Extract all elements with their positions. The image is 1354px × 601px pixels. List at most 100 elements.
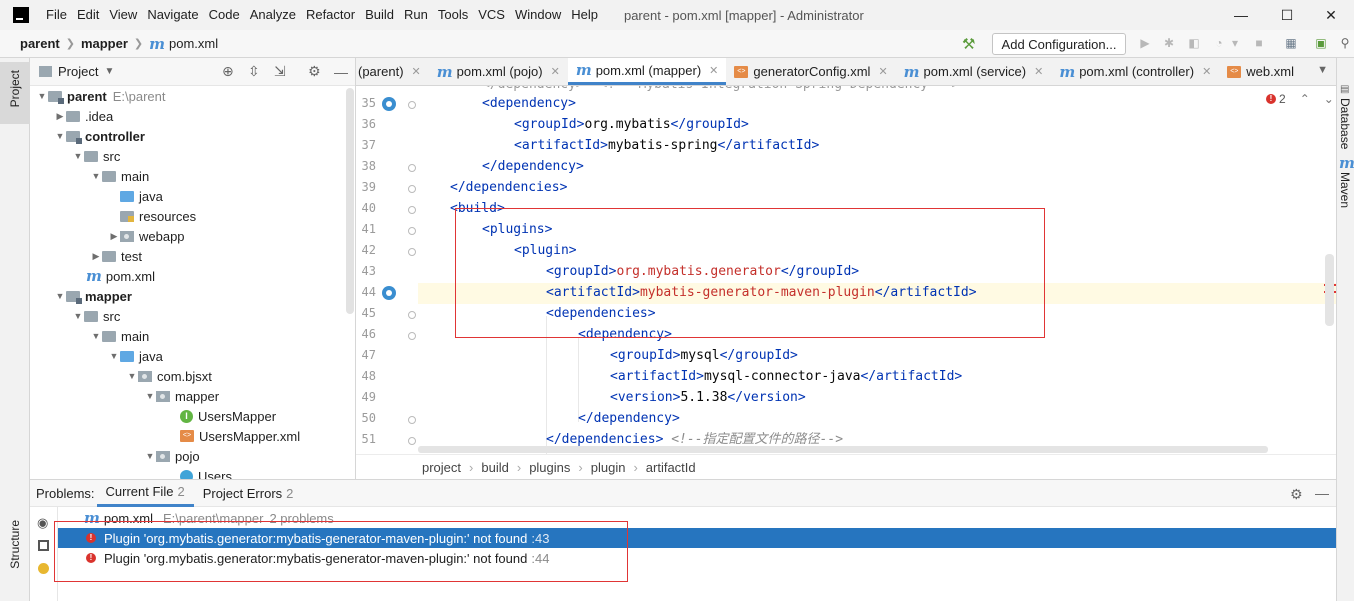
locate-file-icon[interactable]: ⊕ bbox=[222, 63, 234, 80]
tree-node-main[interactable]: ▼ main bbox=[90, 166, 150, 186]
database-tool-label[interactable]: Database bbox=[1338, 98, 1352, 149]
tree-node-pojo[interactable]: ▼ pojo bbox=[144, 446, 200, 466]
chevron-right-icon[interactable]: ▶ bbox=[108, 231, 120, 242]
editor-vertical-scrollbar[interactable] bbox=[1325, 254, 1334, 326]
fold-marker[interactable] bbox=[408, 437, 416, 445]
hammer-build-icon[interactable]: ⚒ bbox=[962, 35, 975, 53]
chevron-down-icon[interactable]: ▼ bbox=[54, 131, 66, 141]
tree-node-webapp[interactable]: ▶ webapp bbox=[108, 226, 185, 246]
tree-node-mapper-module[interactable]: ▼ mapper bbox=[54, 286, 132, 306]
project-panel-title[interactable]: Project bbox=[58, 64, 98, 79]
chevron-down-icon[interactable]: ▼ bbox=[104, 66, 114, 77]
fold-marker[interactable] bbox=[408, 332, 416, 340]
fold-marker[interactable] bbox=[408, 164, 416, 172]
menu-build[interactable]: Build bbox=[360, 0, 399, 30]
inspection-widget[interactable]: ! 2 ⌃ ⌄ bbox=[1266, 92, 1334, 106]
chevron-down-icon[interactable]: ▼ bbox=[144, 391, 156, 401]
chevron-up-icon[interactable]: ⌃ bbox=[1300, 92, 1310, 106]
tab-generator-config[interactable]: <> generatorConfig.xml ✕ bbox=[726, 58, 895, 85]
tab-current-file[interactable]: Current File 2 bbox=[96, 480, 194, 507]
add-configuration-button[interactable]: Add Configuration... bbox=[992, 33, 1126, 55]
debug-icon[interactable]: ✱ bbox=[1162, 36, 1176, 50]
close-icon[interactable]: ✕ bbox=[412, 65, 421, 78]
chevron-down-icon[interactable]: ▼ bbox=[126, 371, 138, 381]
chevron-down-icon[interactable]: ▼ bbox=[72, 311, 84, 321]
hide-panel-icon[interactable]: — bbox=[1315, 485, 1329, 501]
chevron-down-icon[interactable]: ▼ bbox=[108, 351, 120, 361]
breadcrumb-artifactid[interactable]: artifactId bbox=[646, 460, 696, 475]
close-icon[interactable]: ✕ bbox=[709, 64, 718, 77]
nav-crumb-parent[interactable]: parent bbox=[0, 36, 60, 51]
code-editor[interactable]: </dependency> <!-- Mybatis Integration S… bbox=[356, 86, 1336, 454]
maximize-button[interactable]: ☐ bbox=[1264, 0, 1310, 30]
tree-node-users[interactable]: Users bbox=[180, 466, 232, 479]
maven-tool-label[interactable]: Maven bbox=[1338, 172, 1352, 208]
chevron-down-icon[interactable]: ⌄ bbox=[1324, 92, 1334, 106]
profile-icon[interactable]: ◔ bbox=[1212, 36, 1226, 50]
fold-marker[interactable] bbox=[408, 248, 416, 256]
chevron-right-icon[interactable]: ▶ bbox=[90, 251, 102, 262]
menu-help[interactable]: Help bbox=[566, 0, 603, 30]
chevron-down-icon[interactable]: ▼ bbox=[72, 151, 84, 161]
hide-panel-icon[interactable]: — bbox=[334, 64, 348, 80]
fold-marker[interactable] bbox=[408, 311, 416, 319]
tree-node-package[interactable]: ▼ com.bjsxt bbox=[126, 366, 212, 386]
tab-project-errors[interactable]: Project Errors 2 bbox=[194, 480, 303, 507]
chevron-down-icon[interactable]: ▼ bbox=[1317, 64, 1328, 76]
menu-run[interactable]: Run bbox=[399, 0, 433, 30]
tree-node-main[interactable]: ▼ main bbox=[90, 326, 150, 346]
coverage-icon[interactable]: ◧ bbox=[1187, 36, 1201, 50]
chevron-down-icon[interactable]: ▼ bbox=[90, 171, 102, 181]
menu-analyze[interactable]: Analyze bbox=[245, 0, 301, 30]
chevron-down-icon[interactable]: ▾ bbox=[1230, 36, 1240, 50]
gear-icon[interactable]: ⚙ bbox=[1290, 486, 1303, 503]
close-window-button[interactable]: ✕ bbox=[1308, 0, 1354, 30]
menu-vcs[interactable]: VCS bbox=[473, 0, 510, 30]
editor-horizontal-scrollbar[interactable] bbox=[418, 446, 1268, 453]
nav-crumb-pom[interactable]: pom.xml bbox=[169, 36, 218, 51]
tree-node-controller[interactable]: ▼ controller bbox=[54, 126, 145, 146]
menu-file[interactable]: File bbox=[41, 0, 72, 30]
tree-node-java[interactable]: java bbox=[108, 186, 163, 206]
nav-crumb-mapper[interactable]: mapper bbox=[81, 36, 128, 51]
tree-node-test[interactable]: ▶ test bbox=[90, 246, 142, 266]
maven-dependency-gutter-icon[interactable] bbox=[382, 286, 396, 300]
minimize-button[interactable]: — bbox=[1218, 0, 1264, 30]
preview-icon[interactable] bbox=[38, 540, 49, 551]
breadcrumb-build[interactable]: build bbox=[481, 460, 508, 475]
structure-tool-label[interactable]: Structure bbox=[8, 520, 22, 569]
chevron-down-icon[interactable]: ▼ bbox=[90, 331, 102, 341]
terminal-icon[interactable]: ▣ bbox=[1314, 36, 1328, 50]
tree-node-java[interactable]: ▼ java bbox=[108, 346, 163, 366]
tree-node-parent[interactable]: ▼ parent E:\parent bbox=[36, 86, 166, 106]
tab-parent-pom[interactable]: (parent) ✕ bbox=[356, 58, 429, 85]
tree-node-src[interactable]: ▼ src bbox=[72, 306, 121, 326]
menu-tools[interactable]: Tools bbox=[433, 0, 473, 30]
tab-pojo-pom[interactable]: m pom.xml (pojo) ✕ bbox=[429, 58, 568, 85]
menu-navigate[interactable]: Navigate bbox=[142, 0, 203, 30]
chevron-down-icon[interactable]: ▼ bbox=[144, 451, 156, 461]
chevron-right-icon[interactable]: ▶ bbox=[54, 111, 66, 122]
tab-web-xml[interactable]: <> web.xml bbox=[1219, 58, 1302, 85]
tree-node-usersmapper[interactable]: I UsersMapper bbox=[180, 406, 276, 426]
tree-node-usersmapper-xml[interactable]: <> UsersMapper.xml bbox=[180, 426, 300, 446]
fold-marker[interactable] bbox=[408, 227, 416, 235]
close-icon[interactable]: ✕ bbox=[1034, 65, 1043, 78]
close-icon[interactable]: ✕ bbox=[551, 65, 560, 78]
fold-marker[interactable] bbox=[408, 416, 416, 424]
tab-service-pom[interactable]: m pom.xml (service) ✕ bbox=[896, 58, 1052, 85]
menu-window[interactable]: Window bbox=[510, 0, 566, 30]
eye-icon[interactable]: ◉ bbox=[37, 515, 48, 531]
tab-controller-pom[interactable]: m pom.xml (controller) ✕ bbox=[1051, 58, 1219, 85]
close-icon[interactable]: ✕ bbox=[878, 65, 887, 78]
breadcrumb-plugins[interactable]: plugins bbox=[529, 460, 570, 475]
menu-edit[interactable]: Edit bbox=[72, 0, 104, 30]
menu-refactor[interactable]: Refactor bbox=[301, 0, 360, 30]
project-scrollbar[interactable] bbox=[346, 88, 354, 314]
close-icon[interactable]: ✕ bbox=[1202, 65, 1211, 78]
gear-icon[interactable]: ⚙ bbox=[308, 63, 321, 80]
project-tool-tab[interactable]: Project bbox=[0, 62, 30, 124]
search-everywhere-icon[interactable]: ⚲ bbox=[1338, 36, 1352, 50]
chevron-down-icon[interactable]: ▼ bbox=[54, 291, 66, 301]
tree-node-idea[interactable]: ▶ .idea bbox=[54, 106, 114, 126]
